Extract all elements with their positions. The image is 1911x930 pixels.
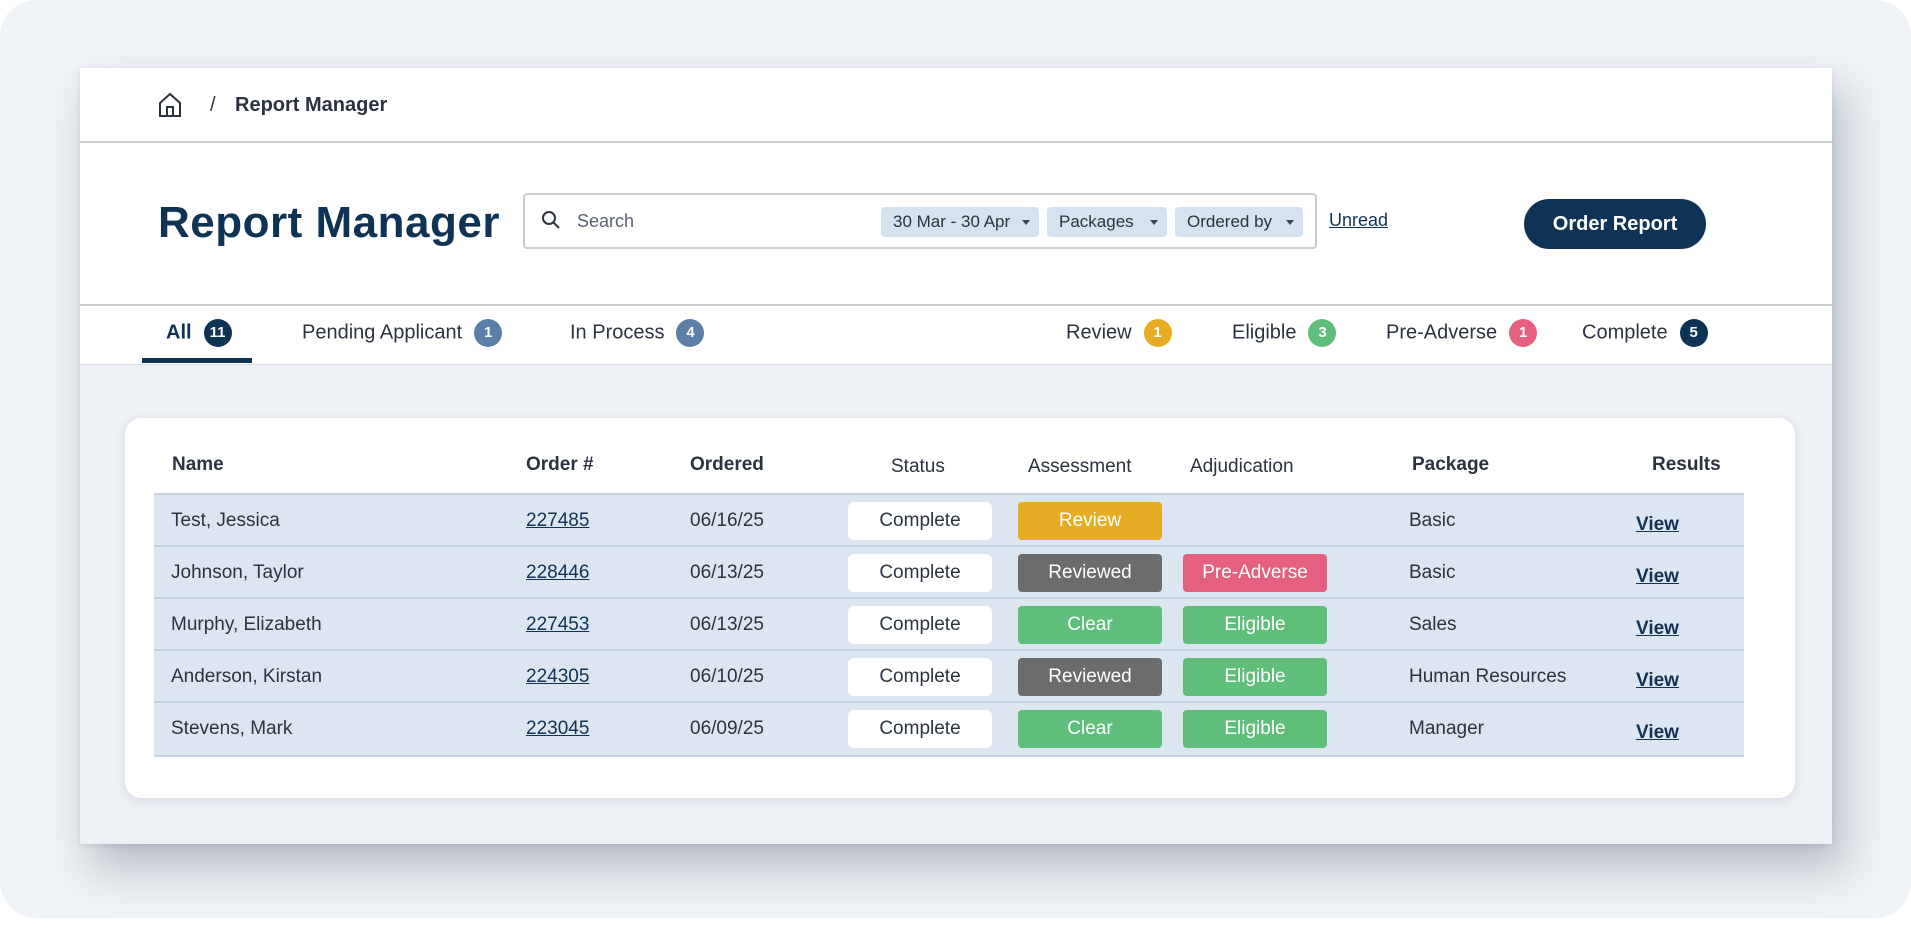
search-input[interactable] bbox=[575, 205, 879, 237]
row-ordered-date: 06/16/25 bbox=[690, 510, 764, 531]
row-package: Manager bbox=[1409, 718, 1484, 739]
page-background: / Report Manager Report Manager 30 Mar -… bbox=[0, 0, 1911, 918]
tab-label: Review bbox=[1066, 321, 1132, 344]
date-range-filter[interactable]: 30 Mar - 30 Apr bbox=[881, 207, 1039, 237]
row-package: Sales bbox=[1409, 614, 1457, 635]
tab-review[interactable]: Review 1 bbox=[1066, 306, 1172, 364]
tab-label: All bbox=[166, 321, 192, 344]
row-name: Murphy, Elizabeth bbox=[171, 614, 322, 635]
tab-label: Pending Applicant bbox=[302, 321, 463, 344]
adjudication-badge: Pre-Adverse bbox=[1183, 554, 1327, 592]
tab-complete[interactable]: Complete 5 bbox=[1582, 306, 1708, 364]
packages-label: Packages bbox=[1059, 212, 1134, 231]
row-ordered-date: 06/13/25 bbox=[690, 562, 764, 583]
column-header-status: Status bbox=[891, 456, 945, 477]
chevron-down-icon bbox=[1150, 220, 1158, 225]
ordered-by-filter[interactable]: Ordered by bbox=[1175, 207, 1303, 237]
column-header-results: Results bbox=[1652, 454, 1721, 475]
order-number-link[interactable]: 228446 bbox=[526, 562, 589, 584]
status-tabs: All 11 Pending Applicant 1 In Process 4 Rev… bbox=[80, 306, 1832, 365]
assessment-badge: Clear bbox=[1018, 606, 1162, 644]
home-icon[interactable] bbox=[156, 91, 184, 119]
row-package: Human Resources bbox=[1409, 666, 1567, 687]
app-window: / Report Manager Report Manager 30 Mar -… bbox=[80, 68, 1832, 844]
row-ordered-date: 06/10/25 bbox=[690, 666, 764, 687]
row-name: Stevens, Mark bbox=[171, 718, 293, 739]
tab-count-badge: 1 bbox=[1509, 318, 1538, 347]
date-range-label: 30 Mar - 30 Apr bbox=[893, 212, 1011, 231]
order-number-link[interactable]: 223045 bbox=[526, 718, 589, 740]
search-icon bbox=[541, 210, 561, 230]
unread-link[interactable]: Unread bbox=[1329, 210, 1388, 231]
column-header-assessment: Assessment bbox=[1028, 456, 1132, 477]
column-header-order: Order # bbox=[526, 454, 594, 475]
status-badge: Complete bbox=[848, 658, 992, 696]
search-bar: 30 Mar - 30 Apr Packages Ordered by bbox=[523, 193, 1317, 249]
packages-filter[interactable]: Packages bbox=[1047, 207, 1167, 237]
adjudication-badge: Eligible bbox=[1183, 710, 1327, 748]
chevron-down-icon bbox=[1286, 220, 1294, 225]
tab-eligible[interactable]: Eligible 3 bbox=[1232, 306, 1337, 364]
tab-label: Pre-Adverse bbox=[1386, 321, 1498, 344]
status-badge: Complete bbox=[848, 502, 992, 540]
active-tab-indicator bbox=[142, 358, 252, 363]
view-results-link[interactable]: View bbox=[1636, 566, 1679, 588]
row-name: Johnson, Taylor bbox=[171, 562, 304, 583]
view-results-link[interactable]: View bbox=[1636, 670, 1679, 692]
table-row: Johnson, Taylor 228446 06/13/25 Complete… bbox=[154, 545, 1744, 599]
order-number-link[interactable]: 227485 bbox=[526, 510, 589, 532]
tab-count-badge: 1 bbox=[474, 318, 503, 347]
tab-count-badge: 3 bbox=[1308, 318, 1337, 347]
view-results-link[interactable]: View bbox=[1636, 722, 1679, 744]
status-badge: Complete bbox=[848, 554, 992, 592]
status-badge: Complete bbox=[848, 606, 992, 644]
tab-label: In Process bbox=[570, 321, 665, 344]
assessment-badge: Review bbox=[1018, 502, 1162, 540]
reports-table: Name Order # Ordered Status Assessment A… bbox=[125, 418, 1795, 798]
page-title: Report Manager bbox=[158, 198, 500, 247]
table-row: Murphy, Elizabeth 227453 06/13/25 Comple… bbox=[154, 597, 1744, 651]
table-row: Anderson, Kirstan 224305 06/10/25 Comple… bbox=[154, 649, 1744, 703]
column-header-package: Package bbox=[1412, 454, 1490, 475]
chevron-down-icon bbox=[1022, 220, 1030, 225]
ordered-by-label: Ordered by bbox=[1187, 212, 1273, 231]
row-ordered-date: 06/09/25 bbox=[690, 718, 764, 739]
tab-count-badge: 5 bbox=[1679, 318, 1708, 347]
adjudication-badge: Eligible bbox=[1183, 658, 1327, 696]
breadcrumb: / Report Manager bbox=[80, 68, 1832, 143]
adjudication-badge: Eligible bbox=[1183, 606, 1327, 644]
table-row: Stevens, Mark 223045 06/09/25 Complete C… bbox=[154, 701, 1744, 757]
column-header-ordered: Ordered bbox=[690, 454, 764, 475]
page-header: Report Manager 30 Mar - 30 Apr Packages bbox=[80, 143, 1832, 306]
view-results-link[interactable]: View bbox=[1636, 618, 1679, 640]
tab-count-badge: 11 bbox=[203, 318, 232, 347]
tab-label: Eligible bbox=[1232, 321, 1297, 344]
table-row: Test, Jessica 227485 06/16/25 Complete R… bbox=[154, 493, 1744, 547]
tab-pending-applicant[interactable]: Pending Applicant 1 bbox=[302, 306, 503, 364]
tab-pre-adverse[interactable]: Pre-Adverse 1 bbox=[1386, 306, 1538, 364]
row-name: Anderson, Kirstan bbox=[171, 666, 323, 687]
assessment-badge: Reviewed bbox=[1018, 658, 1162, 696]
tab-label: Complete bbox=[1582, 321, 1668, 344]
tab-all[interactable]: All 11 bbox=[166, 306, 232, 364]
assessment-badge: Clear bbox=[1018, 710, 1162, 748]
column-header-name: Name bbox=[172, 454, 224, 475]
order-number-link[interactable]: 227453 bbox=[526, 614, 589, 636]
column-header-adjudication: Adjudication bbox=[1190, 456, 1294, 477]
view-results-link[interactable]: View bbox=[1636, 514, 1679, 536]
order-number-link[interactable]: 224305 bbox=[526, 666, 589, 688]
order-report-button[interactable]: Order Report bbox=[1524, 199, 1706, 249]
row-name: Test, Jessica bbox=[171, 510, 280, 531]
tab-count-badge: 4 bbox=[676, 318, 705, 347]
row-package: Basic bbox=[1409, 562, 1456, 583]
row-package: Basic bbox=[1409, 510, 1456, 531]
breadcrumb-current: Report Manager bbox=[235, 94, 388, 116]
breadcrumb-separator: / bbox=[210, 94, 216, 116]
tab-in-process[interactable]: In Process 4 bbox=[570, 306, 705, 364]
row-ordered-date: 06/13/25 bbox=[690, 614, 764, 635]
tab-count-badge: 1 bbox=[1143, 318, 1172, 347]
status-badge: Complete bbox=[848, 710, 992, 748]
assessment-badge: Reviewed bbox=[1018, 554, 1162, 592]
